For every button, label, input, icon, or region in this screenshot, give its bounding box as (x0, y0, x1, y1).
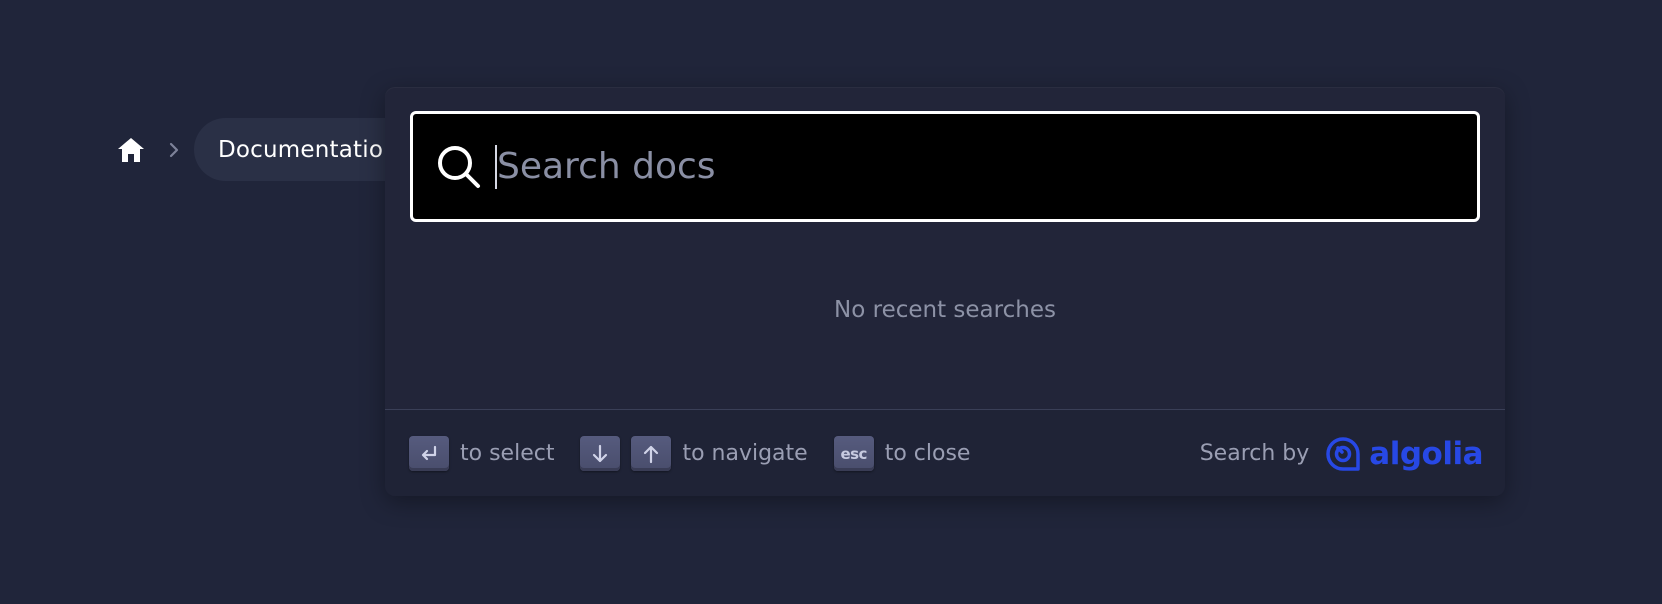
command-navigate: to navigate (580, 436, 808, 471)
command-navigate-label: to navigate (682, 441, 808, 466)
command-list: to select to navigate esc to close (409, 436, 996, 471)
arrow-down-key-icon (580, 436, 621, 471)
home-icon (118, 137, 144, 162)
search-form[interactable] (410, 111, 1480, 222)
search-input[interactable] (497, 136, 1477, 197)
algolia-logo-icon (1326, 436, 1361, 471)
chevron-right-icon (162, 138, 186, 162)
esc-key-icon: esc (833, 436, 874, 471)
search-icon (433, 141, 485, 193)
home-link[interactable] (100, 119, 162, 181)
command-close: esc to close (833, 436, 971, 471)
search-by-label: Search by (1199, 441, 1310, 466)
arrow-up-key-icon (631, 436, 672, 471)
search-modal: No recent searches to select (385, 87, 1505, 496)
command-select-label: to select (460, 441, 555, 466)
algolia-wordmark: algolia (1369, 435, 1483, 472)
algolia-logo-link[interactable]: Search by algolia (1199, 435, 1484, 472)
command-select: to select (409, 436, 554, 471)
modal-footer: to select to navigate esc to close Searc… (385, 409, 1505, 496)
command-close-label: to close (884, 441, 971, 466)
empty-state-message: No recent searches (834, 297, 1056, 323)
enter-key-icon (409, 436, 449, 471)
page: Documentation Hub No recent searches (0, 0, 1662, 604)
